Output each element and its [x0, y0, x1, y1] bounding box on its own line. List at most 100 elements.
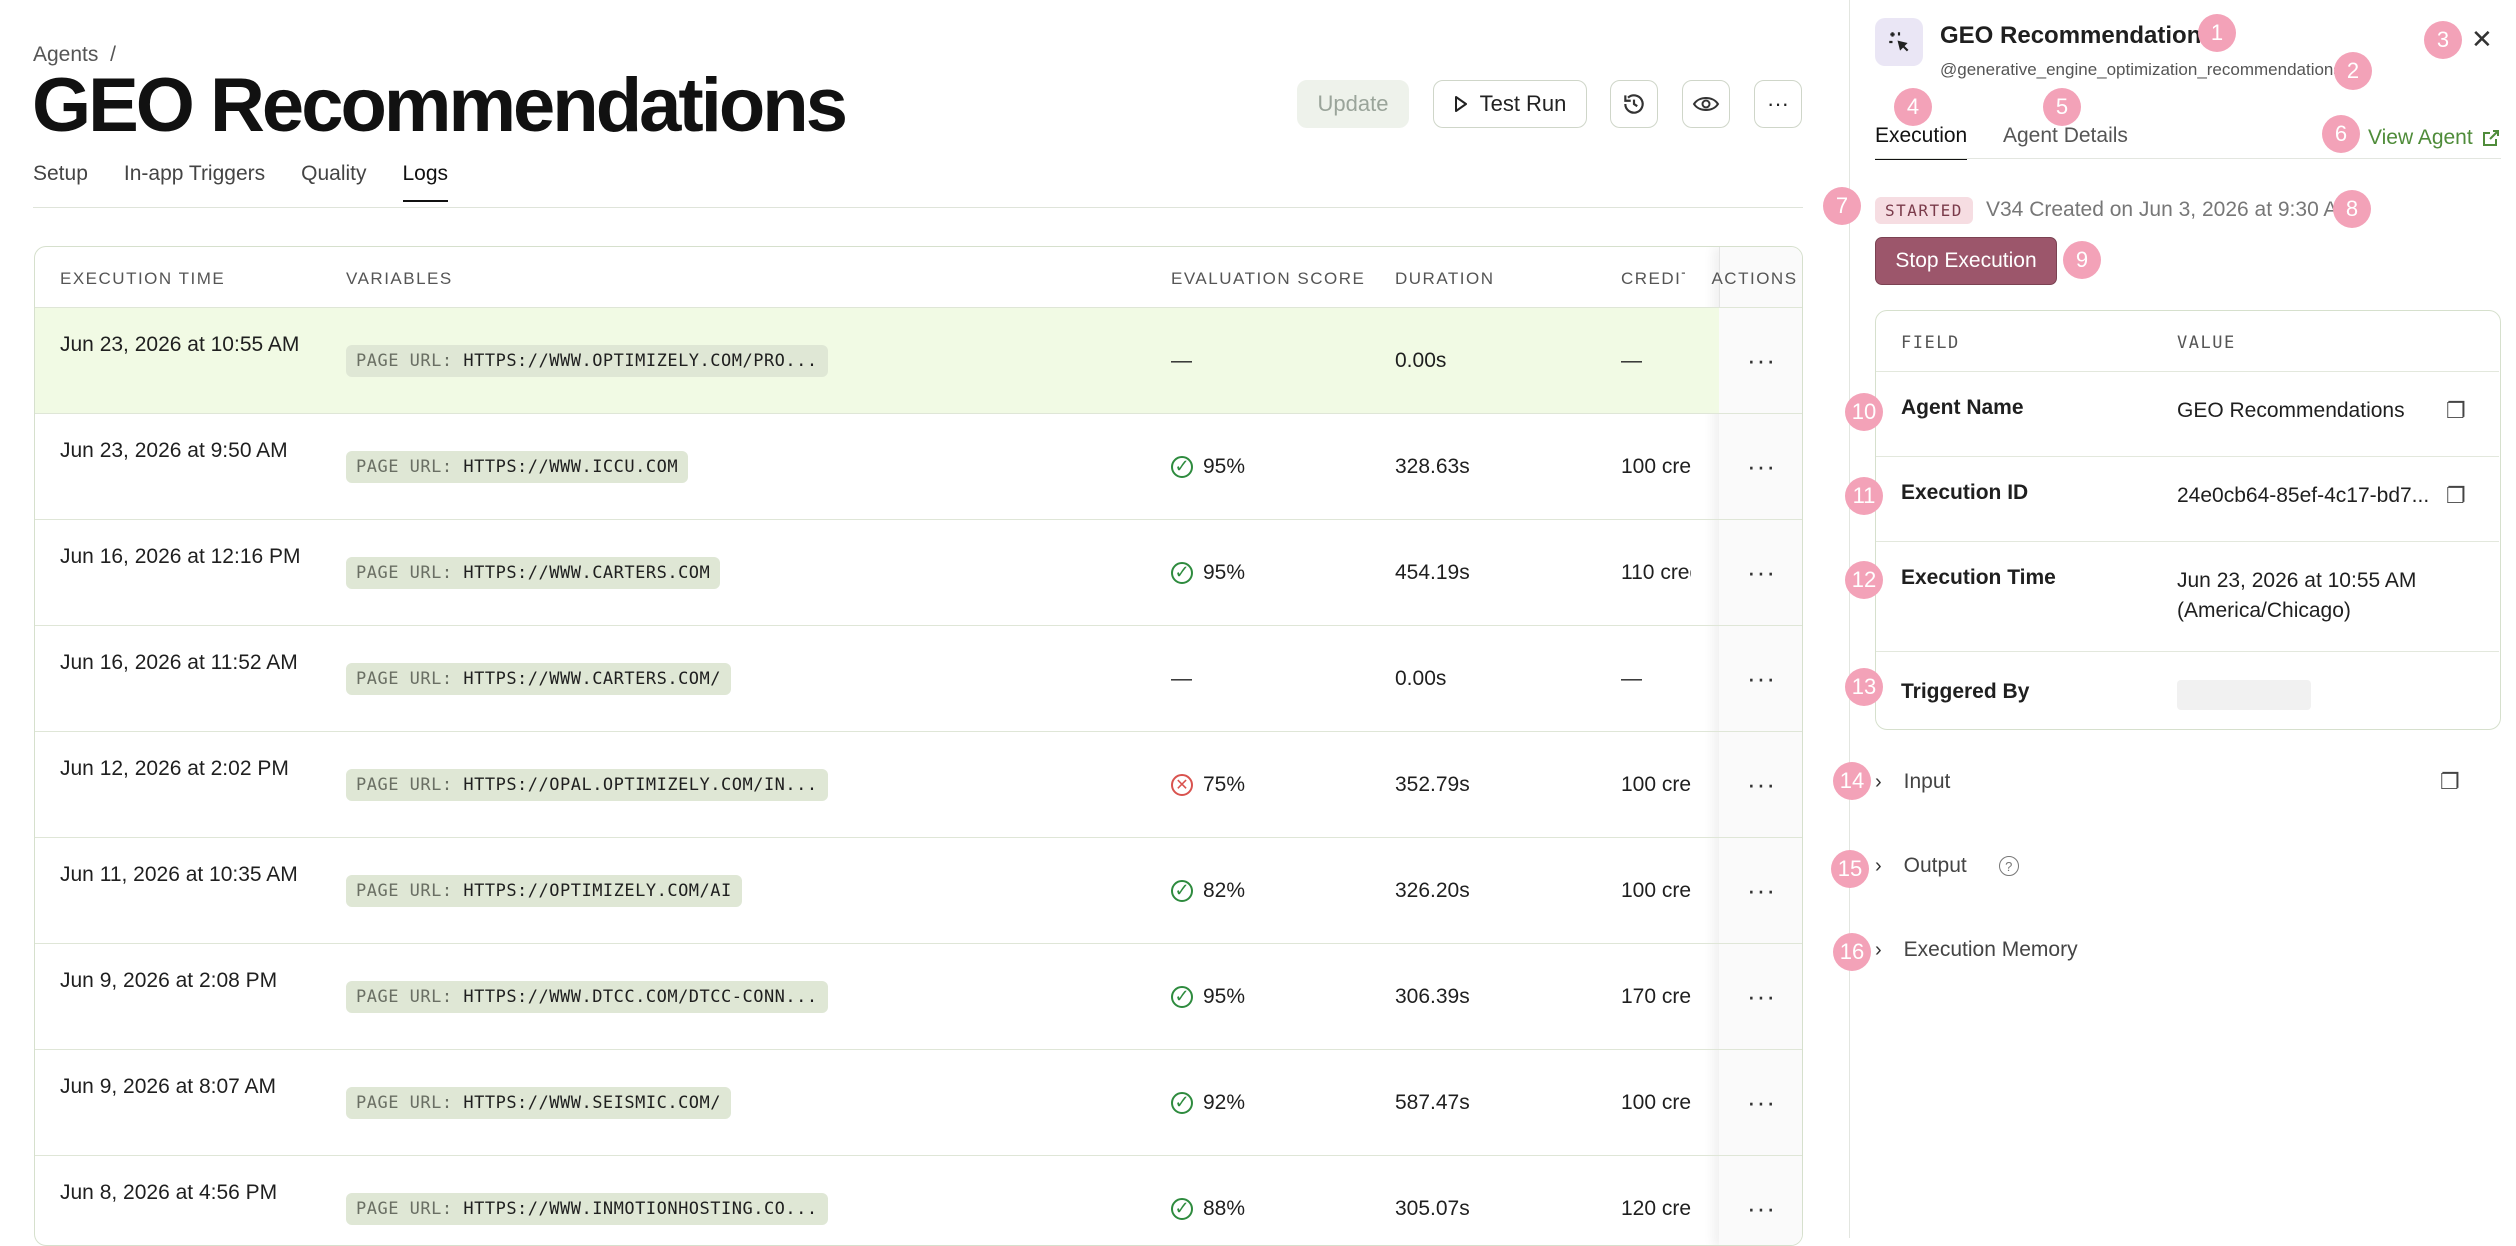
table-row[interactable]: Jun 23, 2026 at 10:55 AM PAGE URL: HTTPS:… [35, 307, 1802, 413]
input-section[interactable]: › Input [1875, 770, 1950, 794]
variable-key: PAGE URL: [356, 668, 453, 689]
evaluation-score-cell: ✓ 92% [1171, 1050, 1245, 1155]
sparkle-cursor-icon [1889, 32, 1909, 52]
col-header-credits: CREDITS [1621, 269, 1685, 288]
more-actions-icon[interactable]: ··· [1747, 557, 1776, 588]
field-value: 24e0cb64-85ef-4c17-bd7... [2177, 484, 2430, 507]
annotation-marker: 4 [1894, 88, 1932, 126]
annotation-marker: 9 [2063, 241, 2101, 279]
copy-input-icon[interactable]: ❐ [2440, 769, 2460, 795]
more-actions-icon[interactable]: ··· [1747, 1193, 1776, 1224]
field-key: Agent Name [1901, 396, 2024, 419]
triggered-by-value [2177, 680, 2311, 710]
annotation-marker: 13 [1845, 668, 1883, 706]
table-row[interactable]: Jun 23, 2026 at 9:50 AM PAGE URL: HTTPS:/… [35, 413, 1802, 519]
more-options-button[interactable]: ··· [1754, 80, 1802, 128]
variables-cell: PAGE URL: HTTPS://WWW.CARTERS.COM/ [346, 626, 732, 731]
field-key: Triggered By [1901, 680, 2030, 703]
tab-quality[interactable]: Quality [301, 162, 366, 202]
tab-execution[interactable]: Execution [1875, 124, 1968, 160]
score-value: — [1171, 348, 1192, 372]
execution-time-cell: Jun 11, 2026 at 10:35 AM [60, 863, 298, 886]
evaluation-score-cell: ✓ 95% [1171, 414, 1245, 519]
output-section[interactable]: › Output? [1875, 854, 2019, 878]
evaluation-score-cell: ✕ 75% [1171, 732, 1245, 837]
score-value: — [1171, 666, 1192, 690]
table-row[interactable]: Jun 16, 2026 at 12:16 PM PAGE URL: HTTPS:… [35, 519, 1802, 625]
stop-execution-button[interactable]: Stop Execution [1875, 237, 2057, 285]
row-actions-cell: ··· [1719, 732, 1802, 837]
execution-panel: GEO Recommendations @generative_engine_o… [1849, 0, 2516, 1238]
close-icon[interactable]: ✕ [2471, 24, 2493, 55]
field-value: GEO Recommendations [2177, 399, 2405, 422]
variable-value: HTTPS://WWW.DTCC.COM/DTCC-CONN... [463, 986, 818, 1007]
history-icon [1624, 94, 1644, 114]
annotation-marker: 12 [1845, 561, 1883, 599]
copy-icon[interactable]: ❐ [2446, 398, 2466, 424]
credits-cell: 110 credits [1621, 560, 1691, 584]
table-row[interactable]: Jun 9, 2026 at 8:07 AM PAGE URL: HTTPS://… [35, 1049, 1802, 1155]
row-actions-cell: ··· [1719, 520, 1802, 625]
variable-key: PAGE URL: [356, 562, 453, 583]
tab-in-app-triggers[interactable]: In-app Triggers [124, 162, 265, 202]
variables-cell: PAGE URL: HTTPS://WWW.SEISMIC.COM/ [346, 1050, 732, 1155]
more-actions-icon[interactable]: ··· [1747, 875, 1776, 906]
variable-value: HTTPS://OPTIMIZELY.COM/AI [463, 880, 732, 901]
tab-logs[interactable]: Logs [402, 162, 449, 202]
section-label: Input [1903, 770, 1951, 793]
row-actions-cell: ··· [1719, 1156, 1802, 1245]
row-actions-cell: ··· [1719, 308, 1802, 413]
col-header-evaluation-score: EVALUATION SCORE [1171, 269, 1366, 288]
annotation-marker: 14 [1833, 762, 1871, 800]
table-row[interactable]: Jun 11, 2026 at 10:35 AM PAGE URL: HTTPS:… [35, 837, 1802, 943]
score-value: 92% [1203, 1090, 1246, 1114]
status-badge: STARTED [1875, 197, 1973, 224]
variable-key: PAGE URL: [356, 1092, 453, 1113]
execution-memory-section[interactable]: › Execution Memory [1875, 938, 2078, 962]
more-actions-icon[interactable]: ··· [1747, 981, 1776, 1012]
table-row[interactable]: Jun 8, 2026 at 4:56 PM PAGE URL: HTTPS://… [35, 1155, 1802, 1245]
duration-cell: 328.63s [1395, 454, 1470, 478]
variable-key: PAGE URL: [356, 350, 453, 371]
more-actions-icon[interactable]: ··· [1747, 451, 1776, 482]
credits-cell: 100 credits [1621, 878, 1691, 902]
view-agent-link[interactable]: View Agent [2368, 126, 2501, 150]
test-run-button[interactable]: Test Run [1433, 80, 1587, 128]
agent-icon [1875, 18, 1923, 66]
table-row[interactable]: Jun 16, 2026 at 11:52 AM PAGE URL: HTTPS:… [35, 625, 1802, 731]
table-row[interactable]: Jun 9, 2026 at 2:08 PM PAGE URL: HTTPS://… [35, 943, 1802, 1049]
variable-value: HTTPS://WWW.CARTERS.COM [463, 562, 711, 583]
duration-cell: 352.79s [1395, 772, 1470, 796]
execution-time-cell: Jun 23, 2026 at 9:50 AM [60, 439, 288, 462]
help-icon[interactable]: ? [1998, 856, 2019, 876]
duration-cell: 587.47s [1395, 1090, 1470, 1114]
col-header-actions: ACTIONS [1711, 269, 1798, 288]
history-button[interactable] [1610, 80, 1658, 128]
table-row[interactable]: Jun 12, 2026 at 2:02 PM PAGE URL: HTTPS:/… [35, 731, 1802, 837]
row-actions-cell: ··· [1719, 944, 1802, 1049]
variable-pill: PAGE URL: HTTPS://WWW.CARTERS.COM [346, 556, 721, 589]
chevron-right-icon: › [1875, 854, 1882, 877]
more-actions-icon[interactable]: ··· [1747, 345, 1776, 376]
preview-button[interactable] [1682, 80, 1730, 128]
tab-setup[interactable]: Setup [33, 162, 88, 202]
more-actions-icon[interactable]: ··· [1747, 663, 1776, 694]
section-label: Execution Memory [1903, 938, 2078, 961]
update-button[interactable]: Update [1297, 80, 1409, 128]
variable-key: PAGE URL: [356, 880, 453, 901]
score-value: 75% [1203, 772, 1246, 796]
row-actions-cell: ··· [1719, 1050, 1802, 1155]
tab-agent-details[interactable]: Agent Details [2003, 124, 2128, 148]
copy-icon[interactable]: ❐ [2446, 483, 2466, 509]
view-agent-label: View Agent [2368, 126, 2473, 149]
variables-cell: PAGE URL: HTTPS://OPTIMIZELY.COM/AI [346, 838, 742, 943]
value-header: VALUE [2177, 333, 2236, 353]
more-actions-icon[interactable]: ··· [1747, 769, 1776, 800]
check-circle-icon: ✓ [1171, 1197, 1193, 1220]
field-row-execution-id: Execution ID 24e0cb64-85ef-4c17-bd7... ❐ [1876, 456, 2499, 541]
evaluation-score-cell: ✓ 82% [1171, 838, 1245, 943]
check-circle-icon: ✓ [1171, 1091, 1193, 1114]
more-actions-icon[interactable]: ··· [1747, 1087, 1776, 1118]
execution-time-cell: Jun 12, 2026 at 2:02 PM [60, 757, 289, 780]
duration-cell: 0.00s [1395, 666, 1447, 690]
